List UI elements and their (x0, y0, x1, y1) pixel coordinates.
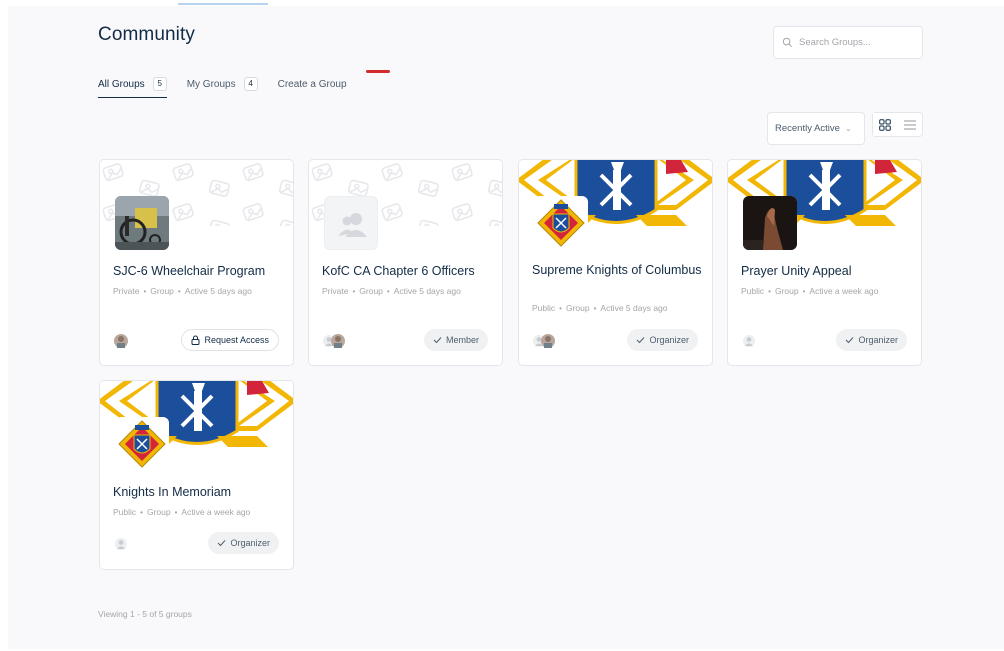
group-activity: Active a week ago (809, 286, 879, 296)
group-card[interactable]: SJC-6 Wheelchair Program Private • Group • A… (99, 159, 294, 366)
check-icon (846, 337, 854, 344)
avatar (114, 334, 128, 348)
group-avatar-kofc-emblem[interactable] (115, 417, 169, 471)
tab-label: All Groups (98, 78, 145, 90)
check-icon (433, 337, 442, 344)
group-card[interactable]: Supreme Knights of Columbus Public • Group… (518, 159, 713, 366)
member-avatars[interactable] (113, 333, 137, 349)
group-card[interactable]: Knights In Memoriam Public • Group • Active … (99, 380, 294, 570)
member-status-button[interactable]: Member (423, 329, 488, 351)
avatar (115, 538, 127, 550)
list-view-button[interactable] (898, 113, 923, 136)
group-tabs: All Groups 5 My Groups 4 Create a Group (98, 74, 367, 98)
group-meta: Public • Group • Active a week ago (741, 286, 879, 296)
organizer-status-button[interactable]: Organizer (836, 329, 907, 351)
group-privacy: Public (741, 286, 765, 296)
group-meta: Private • Group • Active 5 days ago (322, 286, 461, 296)
sort-selected-label: Recently Active (775, 123, 840, 134)
check-icon (637, 337, 645, 344)
group-title[interactable]: SJC-6 Wheelchair Program (113, 262, 283, 280)
list-view-icon (903, 120, 916, 129)
group-meta: Public • Group • Active a week ago (113, 507, 251, 517)
group-title[interactable]: Prayer Unity Appeal (741, 262, 911, 280)
group-privacy: Private (322, 286, 349, 296)
button-label: Organizer (649, 335, 689, 345)
tab-count-badge: 4 (243, 77, 258, 91)
group-avatar-wheelchair[interactable] (115, 196, 169, 250)
member-avatars[interactable] (113, 536, 137, 552)
avatar (743, 335, 755, 347)
tab-label: My Groups (186, 78, 236, 90)
top-accent-bar (178, 3, 268, 5)
search-box[interactable] (773, 26, 923, 59)
group-avatar-placeholder[interactable] (324, 196, 378, 250)
group-type: Group (359, 286, 383, 296)
group-title[interactable]: Knights In Memoriam (113, 483, 283, 501)
sort-select[interactable]: Recently Active ⌄ (767, 112, 865, 145)
avatar (541, 334, 555, 348)
group-meta: Public • Group • Active 5 days ago (532, 303, 668, 313)
group-activity: Active 5 days ago (184, 286, 252, 296)
organizer-status-button[interactable]: Organizer (627, 329, 698, 351)
group-privacy: Public (113, 507, 137, 517)
tab-create-group[interactable]: Create a Group (278, 74, 347, 94)
group-title[interactable]: Supreme Knights of Columbus (532, 261, 702, 279)
chevron-down-icon: ⌄ (844, 124, 852, 133)
group-avatar-kofc-emblem[interactable] (534, 196, 588, 250)
member-avatars[interactable] (741, 333, 765, 349)
search-input[interactable] (799, 37, 909, 48)
member-avatars[interactable] (322, 333, 346, 349)
member-avatars[interactable] (532, 333, 556, 349)
grid-view-button[interactable] (873, 113, 898, 136)
page-title: Community (98, 24, 195, 45)
tab-count-badge: 5 (152, 77, 167, 91)
button-label: Organizer (858, 335, 898, 345)
group-type: Group (150, 286, 174, 296)
group-title[interactable]: KofC CA Chapter 6 Officers (322, 262, 492, 280)
view-toggle (872, 112, 923, 137)
tab-label: Create a Group (277, 78, 347, 90)
check-icon (218, 540, 226, 547)
grid-view-icon (879, 118, 892, 131)
request-access-button[interactable]: Request Access (181, 329, 279, 351)
tab-my-groups[interactable]: My Groups 4 (187, 74, 258, 94)
group-activity: Active 5 days ago (393, 286, 461, 296)
search-icon (782, 37, 792, 47)
button-label: Member (445, 335, 479, 345)
organizer-status-button[interactable]: Organizer (208, 532, 279, 554)
users-icon (338, 213, 367, 237)
group-avatar-praying-hands[interactable] (743, 196, 797, 250)
group-activity: Active 5 days ago (600, 303, 668, 313)
group-meta: Private • Group • Active 5 days ago (113, 286, 252, 296)
notification-indicator (366, 70, 390, 73)
tab-all-groups[interactable]: All Groups 5 (98, 74, 167, 98)
group-type: Group (146, 507, 171, 517)
pagination-summary: Viewing 1 - 5 of 5 groups (98, 609, 192, 619)
button-label: Organizer (230, 538, 270, 548)
button-label: Request Access (204, 335, 269, 345)
group-card[interactable]: Prayer Unity Appeal Public • Group • Active … (727, 159, 922, 366)
group-privacy: Private (113, 286, 140, 296)
group-type: Group (774, 286, 799, 296)
group-type: Group (565, 303, 590, 313)
group-activity: Active a week ago (181, 507, 251, 517)
group-privacy: Public (532, 303, 556, 313)
lock-icon (191, 335, 200, 345)
group-card[interactable]: KofC CA Chapter 6 Officers Private • Group… (308, 159, 503, 366)
avatar (331, 334, 345, 348)
